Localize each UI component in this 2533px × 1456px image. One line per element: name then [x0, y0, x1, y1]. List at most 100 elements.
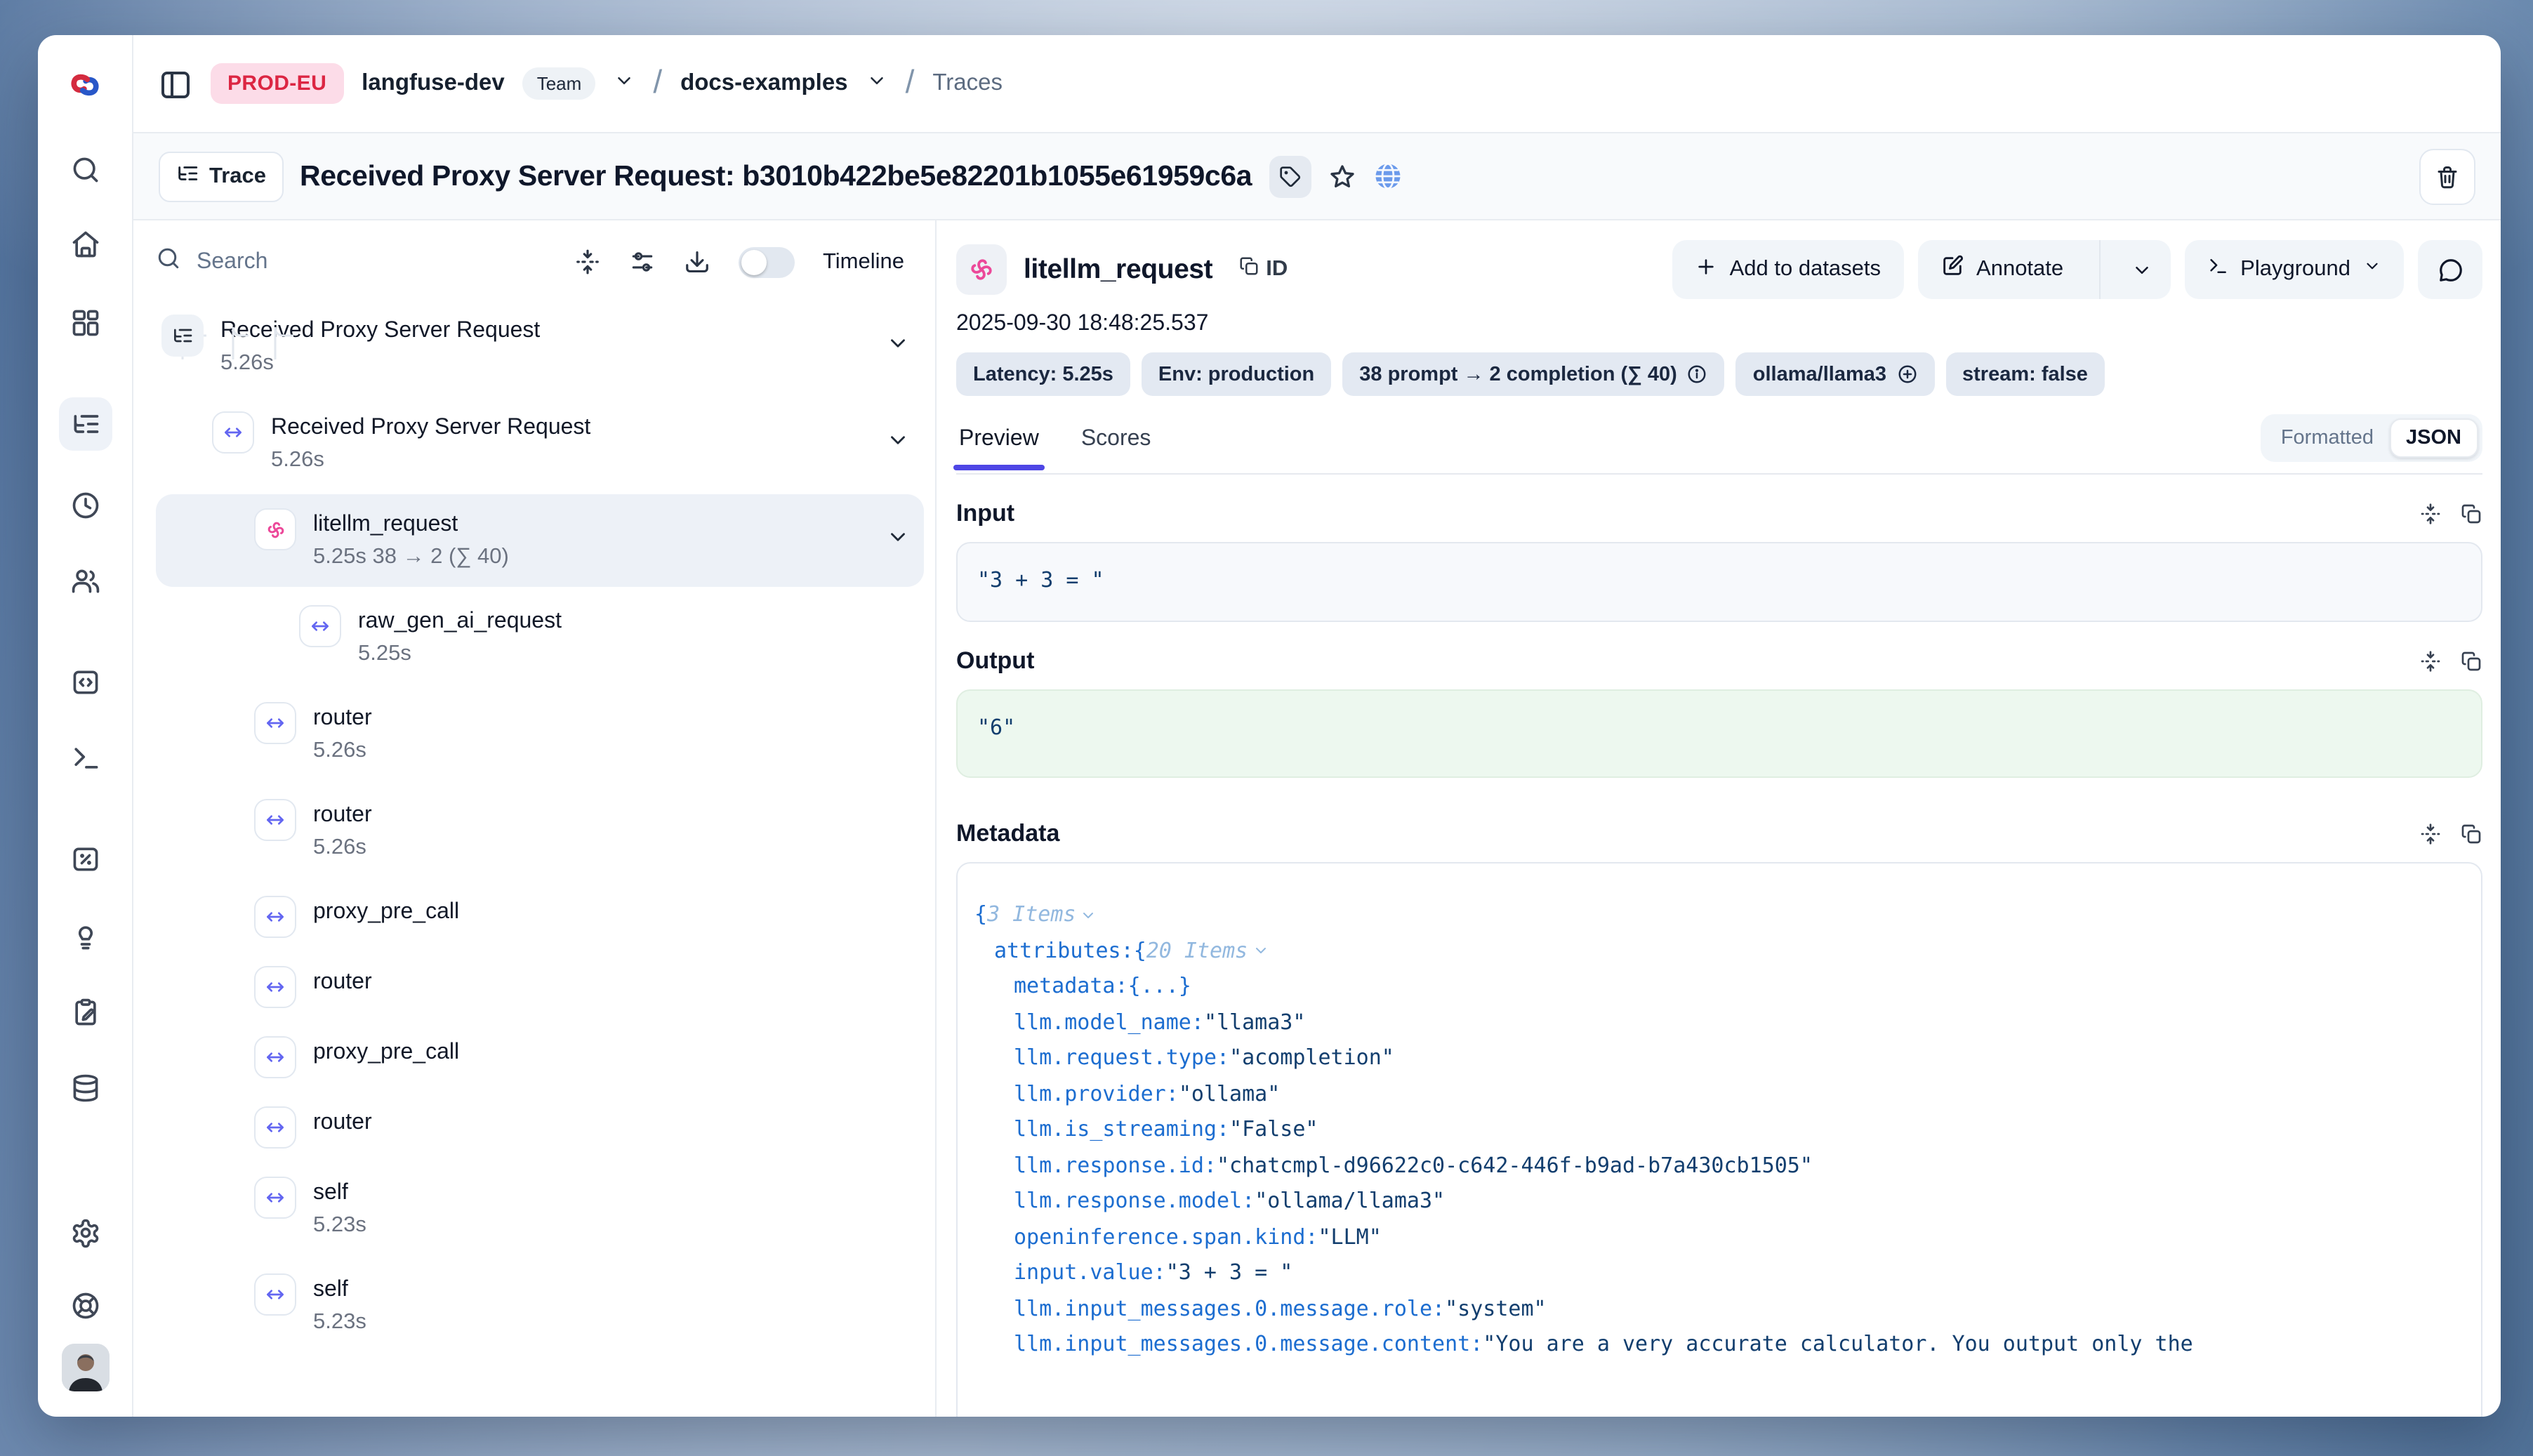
json-collapse-chevron-icon[interactable]	[1252, 943, 1269, 960]
tree-row-router[interactable]: router5.26s	[156, 688, 924, 781]
sidebar-item-lightbulb[interactable]	[70, 921, 100, 952]
bookmark-star-button[interactable]	[1328, 162, 1356, 190]
tree-toolbar: Timeline	[156, 246, 935, 278]
tree-row-proxy-pre-call[interactable]: proxy_pre_call	[156, 1022, 924, 1092]
json-line: llm.input_messages.0.message.content: "Y…	[974, 1327, 2464, 1363]
span-arrows-icon	[254, 702, 296, 744]
view-settings-button[interactable]	[629, 249, 656, 275]
sidebar-item-users[interactable]	[70, 566, 100, 597]
add-to-datasets-button[interactable]: Add to datasets	[1672, 240, 1903, 299]
span-duration: 5.26s	[313, 831, 372, 863]
plus-icon	[1695, 255, 1717, 284]
trace-tree-panel: Timeline Received Proxy Server Request5.…	[133, 220, 937, 1417]
public-globe-icon[interactable]	[1373, 161, 1402, 191]
tree-row-received-proxy-server-request[interactable]: Received Proxy Server Request5.26s	[156, 397, 924, 490]
tags-button[interactable]	[1269, 155, 1311, 197]
playground-button[interactable]: Playground	[2184, 240, 2404, 299]
sidebar-item-database[interactable]	[70, 1073, 100, 1104]
json-line: llm.provider: "ollama"	[974, 1076, 2464, 1112]
download-button[interactable]	[684, 249, 710, 275]
sidebar-item-square-percent[interactable]	[70, 844, 100, 875]
terminal-icon	[2207, 256, 2228, 284]
tree-row-router[interactable]: router	[156, 952, 924, 1022]
sidebar-item-dashboard[interactable]	[70, 307, 100, 338]
collapse-chevron-icon[interactable]	[886, 331, 910, 362]
collapse-section-icon[interactable]	[2419, 503, 2442, 525]
output-section-header: Output	[956, 647, 2482, 675]
span-arrows-icon	[299, 605, 341, 647]
desktop-background: PROD-EU langfuse-dev Team / docs-example…	[0, 0, 2533, 1456]
format-option-json[interactable]: JSON	[2389, 418, 2478, 458]
collapse-all-button[interactable]	[574, 249, 601, 275]
metadata-section-header: Metadata	[956, 820, 2482, 848]
copy-icon[interactable]	[2460, 823, 2482, 845]
square-pen-icon	[1940, 254, 1964, 285]
project-name[interactable]: docs-examples	[680, 70, 847, 97]
span-arrows-icon	[254, 799, 296, 841]
org-name[interactable]: langfuse-dev	[362, 70, 505, 97]
org-chevron-down-icon[interactable]	[614, 70, 635, 98]
tree-search	[156, 246, 546, 278]
annotate-more-button[interactable]	[2112, 240, 2170, 299]
sidebar-item-clipboard-pen[interactable]	[70, 997, 100, 1028]
tree-row-self[interactable]: self5.23s	[156, 1163, 924, 1255]
json-line: openinference.span.kind: "LLM"	[974, 1219, 2464, 1255]
observation-timestamp: 2025-09-30 18:48:25.537	[956, 312, 2482, 337]
sidebar-item-list-tree[interactable]	[58, 397, 112, 451]
panel-toggle-icon[interactable]	[159, 67, 192, 100]
input-value: "3 + 3 = "	[956, 542, 2482, 622]
collapse-section-icon[interactable]	[2419, 650, 2442, 673]
input-section-header: Input	[956, 500, 2482, 528]
tree-row-received-proxy-server-request[interactable]: Received Proxy Server Request5.26s	[156, 300, 924, 393]
user-avatar[interactable]	[61, 1344, 109, 1391]
tree-search-input[interactable]	[197, 249, 337, 274]
tab-scores[interactable]: Scores	[1078, 418, 1154, 469]
collapse-chevron-icon[interactable]	[886, 428, 910, 459]
json-line: metadata: {...}	[974, 969, 2464, 1005]
sidebar-item-settings[interactable]	[70, 1217, 100, 1248]
tree-row-self[interactable]: self5.23s	[156, 1259, 924, 1352]
breadcrumb: PROD-EU langfuse-dev Team / docs-example…	[133, 35, 2501, 133]
delete-trace-button[interactable]	[2419, 148, 2475, 204]
span-arrows-icon	[254, 1177, 296, 1219]
breadcrumb-separator: /	[653, 63, 662, 101]
copy-icon[interactable]	[2460, 650, 2482, 673]
collapse-section-icon[interactable]	[2419, 823, 2442, 845]
project-chevron-down-icon[interactable]	[866, 70, 887, 98]
tree-row-litellm-request[interactable]: litellm_request5.25s 38 → 2 (∑ 40)	[156, 494, 924, 587]
sidebar-item-life-buoy[interactable]	[70, 1290, 100, 1321]
section-name[interactable]: Traces	[932, 70, 1003, 97]
sidebar-item-search[interactable]	[70, 154, 100, 185]
sidebar-item-file-code[interactable]	[70, 667, 100, 698]
span-duration: 5.26s	[220, 347, 540, 379]
format-option-formatted[interactable]: Formatted	[2266, 420, 2389, 456]
json-collapse-chevron-icon[interactable]	[1080, 907, 1097, 924]
badge-latency: Latency: 5.25s	[956, 352, 1130, 396]
sidebar-item-home[interactable]	[70, 229, 100, 260]
langfuse-logo[interactable]	[66, 66, 104, 104]
trace-list-tree-icon	[161, 315, 204, 357]
badge-38-prompt-2-completion-40-[interactable]: 38 prompt → 2 completion (∑ 40)	[1342, 352, 1725, 396]
tab-preview[interactable]: Preview	[956, 418, 1042, 469]
left-icon-rail	[38, 35, 133, 1417]
span-tree: Received Proxy Server Request5.26sReceiv…	[156, 300, 935, 1417]
badge-ollama-llama3[interactable]: ollama/llama3	[1736, 352, 1934, 396]
generation-pinwheel-icon	[254, 508, 296, 550]
sidebar-item-clock[interactable]	[70, 490, 100, 521]
json-line: llm.response.model: "ollama/llama3"	[974, 1184, 2464, 1219]
sidebar-item-terminal[interactable]	[70, 743, 100, 774]
collapse-chevron-icon[interactable]	[886, 525, 910, 556]
tree-row-router[interactable]: router5.26s	[156, 785, 924, 878]
tree-row-proxy-pre-call[interactable]: proxy_pre_call	[156, 882, 924, 952]
search-icon	[156, 246, 181, 278]
annotate-button[interactable]: Annotate	[1917, 240, 2086, 299]
id-label: ID	[1266, 257, 1288, 282]
tree-row-raw-gen-ai-request[interactable]: raw_gen_ai_request5.25s	[156, 591, 924, 684]
comments-button[interactable]	[2418, 240, 2482, 299]
copy-icon[interactable]	[2460, 503, 2482, 525]
span-label: router	[313, 799, 372, 831]
json-line: llm.response.id: "chatcmpl-d96622c0-c642…	[974, 1148, 2464, 1184]
tree-row-router[interactable]: router	[156, 1092, 924, 1163]
copy-id-button[interactable]: ID	[1238, 256, 1288, 284]
timeline-toggle[interactable]	[739, 246, 795, 277]
